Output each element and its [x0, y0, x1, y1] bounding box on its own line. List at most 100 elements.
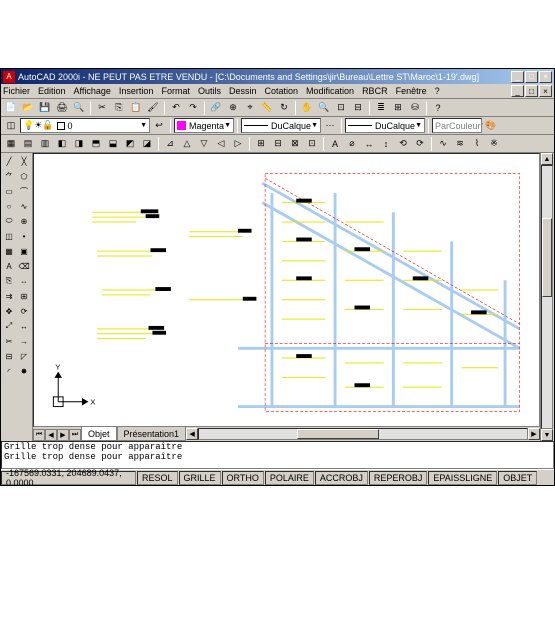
custom-tool[interactable]: ◩	[122, 136, 138, 152]
menu-fichier[interactable]: Fichier	[3, 86, 30, 96]
menu-edition[interactable]: Edition	[38, 86, 66, 96]
tab-nav-prev[interactable]: ◀	[45, 429, 57, 441]
custom-tool[interactable]: ▽	[196, 136, 212, 152]
status-grille[interactable]: GRILLE	[179, 471, 221, 485]
block-tool[interactable]: ◫	[2, 229, 16, 243]
menu-help[interactable]: ?	[435, 86, 440, 96]
arc-tool[interactable]: ⌒	[17, 184, 31, 198]
fillet-tool[interactable]: ◜	[2, 364, 16, 378]
region-tool[interactable]: ▣	[17, 244, 31, 258]
offset-tool[interactable]: ⇉	[2, 289, 16, 303]
chamfer-tool[interactable]: ◸	[17, 349, 31, 363]
menu-dessin[interactable]: Dessin	[229, 86, 257, 96]
help-button[interactable]: ?	[430, 100, 446, 116]
scroll-up-button[interactable]: ▲	[541, 153, 553, 165]
drawing-canvas[interactable]: X Y	[33, 153, 540, 427]
polygon-tool[interactable]: ⬠	[17, 169, 31, 183]
custom-tool[interactable]: A	[327, 136, 343, 152]
new-button[interactable]: 📄	[3, 100, 19, 116]
erase-tool[interactable]: ⌫	[17, 259, 31, 273]
adc-button[interactable]: ⊞	[390, 100, 406, 116]
redraw-button[interactable]: ↻	[276, 100, 292, 116]
status-polaire[interactable]: POLAIRE	[265, 471, 314, 485]
custom-tool[interactable]: ⊿	[162, 136, 178, 152]
tab-nav-first[interactable]: ⏮	[33, 429, 45, 441]
close-button[interactable]: ×	[539, 71, 552, 83]
status-accrobj[interactable]: ACCROBJ	[315, 471, 368, 485]
custom-tool[interactable]: ⌀	[344, 136, 360, 152]
linetype-button[interactable]: ⋯	[322, 118, 338, 134]
menu-affichage[interactable]: Affichage	[74, 86, 111, 96]
custom-tool[interactable]: ⟲	[395, 136, 411, 152]
menu-fenetre[interactable]: Fenêtre	[396, 86, 427, 96]
minimize-button[interactable]: _	[511, 71, 524, 83]
lineweight-dropdown[interactable]: DuCalque ▼	[345, 118, 425, 133]
undo-button[interactable]: ↶	[168, 100, 184, 116]
status-objet[interactable]: OBJET	[498, 471, 537, 485]
command-window[interactable]: Grille trop dense pour apparaître Grille…	[1, 441, 554, 469]
custom-tool[interactable]: ≋	[452, 136, 468, 152]
ellipse-tool[interactable]: ⬭	[2, 214, 16, 228]
custom-tool[interactable]: ※	[486, 136, 502, 152]
insert-tool[interactable]: ⊕	[17, 214, 31, 228]
custom-tool[interactable]: ⟳	[412, 136, 428, 152]
status-epaissligne[interactable]: EPAISSLIGNE	[428, 471, 497, 485]
layer-manager-button[interactable]: ◫	[3, 118, 19, 134]
pline-tool[interactable]: ⺈	[2, 169, 16, 183]
spline-tool[interactable]: ∿	[17, 199, 31, 213]
doc-restore-button[interactable]: □	[525, 85, 538, 97]
paste-button[interactable]: 📋	[128, 100, 144, 116]
menu-insertion[interactable]: Insertion	[119, 86, 154, 96]
break-tool[interactable]: ⊟	[2, 349, 16, 363]
doc-minimize-button[interactable]: _	[511, 85, 524, 97]
status-resol[interactable]: RESOL	[137, 471, 178, 485]
rotate-tool[interactable]: ⟳	[17, 304, 31, 318]
extend-tool[interactable]: →	[17, 334, 31, 348]
point-tool[interactable]: •	[17, 229, 31, 243]
tab-nav-next[interactable]: ▶	[57, 429, 69, 441]
copy-button[interactable]: ⎘	[111, 100, 127, 116]
copy-tool[interactable]: ⎘	[2, 274, 16, 288]
text-tool[interactable]: A	[2, 259, 16, 273]
zoom-rt-button[interactable]: 🔍	[316, 100, 332, 116]
tab-nav-last[interactable]: ⏭	[69, 429, 81, 441]
menu-rbcr[interactable]: RBCR	[362, 86, 388, 96]
custom-tool[interactable]: ⊠	[287, 136, 303, 152]
tracking-button[interactable]: ⊕	[225, 100, 241, 116]
h-scrollbar[interactable]	[198, 428, 528, 440]
color-dropdown[interactable]: Magenta ▼	[174, 118, 234, 133]
save-button[interactable]: 💾	[37, 100, 53, 116]
custom-tool[interactable]: ⊟	[270, 136, 286, 152]
move-tool[interactable]: ✥	[2, 304, 16, 318]
custom-tool[interactable]: ⊞	[253, 136, 269, 152]
stretch-tool[interactable]: ↔	[17, 319, 31, 333]
ucs-button[interactable]: ⌖	[242, 100, 258, 116]
custom-tool[interactable]: ◪	[139, 136, 155, 152]
trim-tool[interactable]: ✂	[2, 334, 16, 348]
layer-dropdown[interactable]: 💡 ☀ 🔓 0 ▼	[20, 118, 150, 133]
layer-prev-button[interactable]: ↩	[151, 118, 167, 134]
status-reperobj[interactable]: REPEROBJ	[369, 471, 428, 485]
explode-tool[interactable]: ✸	[17, 364, 31, 378]
dist-button[interactable]: 📏	[259, 100, 275, 116]
mirror-tool[interactable]: ⇔	[17, 274, 31, 288]
custom-tool[interactable]: ◨	[71, 136, 87, 152]
preview-button[interactable]: 🔍	[71, 100, 87, 116]
print-button[interactable]: 🖨	[54, 100, 70, 116]
cut-button[interactable]: ✂	[94, 100, 110, 116]
custom-tool[interactable]: △	[179, 136, 195, 152]
custom-tool[interactable]: ⌇	[469, 136, 485, 152]
xline-tool[interactable]: ╳	[17, 154, 31, 168]
custom-tool[interactable]: ↕	[378, 136, 394, 152]
menu-outils[interactable]: Outils	[198, 86, 221, 96]
maximize-button[interactable]: □	[525, 71, 538, 83]
circle-tool[interactable]: ○	[2, 199, 16, 213]
hatch-tool[interactable]: ▦	[2, 244, 16, 258]
redo-button[interactable]: ↷	[185, 100, 201, 116]
matchprop-button[interactable]: 🖌	[145, 100, 161, 116]
scroll-left-button[interactable]: ◀	[186, 428, 198, 440]
rectangle-tool[interactable]: ▭	[2, 184, 16, 198]
coords-display[interactable]: -167569.0331, 204689.0437, 0.0000	[1, 471, 136, 485]
props-button[interactable]: ≣	[373, 100, 389, 116]
custom-tool[interactable]: ▤	[20, 136, 36, 152]
